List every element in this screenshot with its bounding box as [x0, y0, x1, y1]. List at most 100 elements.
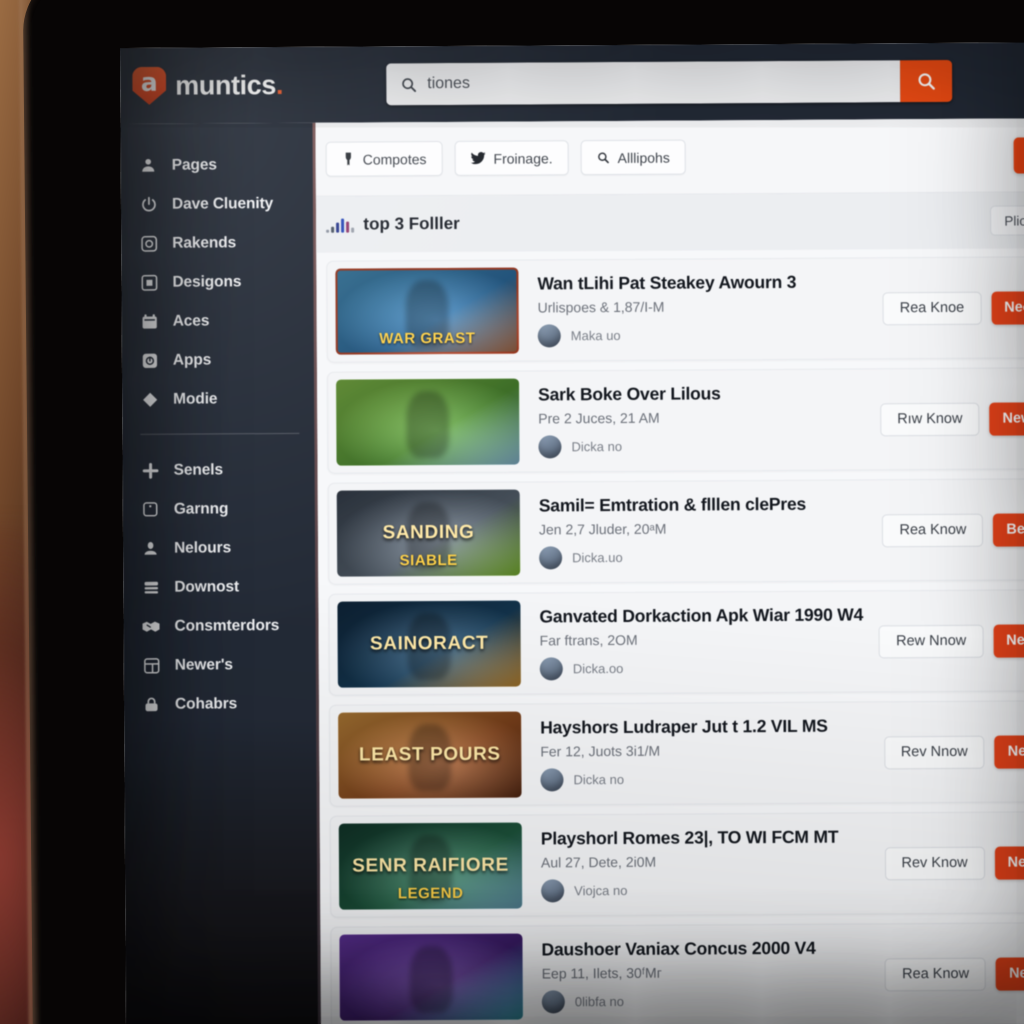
thumbnail-overlay-label: SIABLE — [399, 551, 458, 570]
new-badge-button[interactable]: Nea — [994, 734, 1024, 769]
item-thumbnail[interactable]: SANDING SIABLE — [336, 489, 521, 577]
sidebar-shadow-overlay — [124, 716, 319, 1024]
sidebar-item-label: Pages — [171, 155, 217, 174]
read-know-button[interactable]: Rea Knoe — [882, 291, 982, 325]
item-thumbnail[interactable]: SENR RAIFIORE LEGEND — [338, 822, 523, 910]
list-item[interactable]: LEAST POURS Hayshors Ludraper Jut t 1.2 V… — [329, 700, 1024, 807]
sidebar-item-consmterdors[interactable]: Consmterdors — [123, 606, 318, 646]
item-thumbnail[interactable] — [336, 378, 520, 466]
read-know-button[interactable]: Rea Know — [885, 957, 987, 991]
search-icon — [918, 73, 935, 90]
search-field[interactable] — [386, 60, 901, 106]
item-author: Maka uo — [537, 322, 883, 348]
item-title: Wan tLihi Pat Steakey Awourn 3 — [537, 271, 797, 294]
section-filter-pill[interactable]: Plions — [990, 205, 1024, 236]
item-title: Sark Boke Over Lilous — [538, 383, 721, 405]
thumbnail-overlay-title: SENR RAIFIORE — [352, 854, 509, 877]
sidebar-item-label: Desigons — [172, 272, 242, 291]
item-title: Ganvated Dorkaction Apk Wiar 1990 W4 — [539, 604, 864, 627]
new-badge-button[interactable]: Neo — [993, 623, 1024, 658]
read-know-button[interactable]: Rev Know — [884, 846, 985, 880]
list-item[interactable]: SAINORACT Ganvated Dorkaction Apk Wiar 19… — [328, 589, 1024, 696]
primary-cta-button[interactable]: B — [1013, 136, 1024, 174]
camera-icon — [139, 234, 158, 253]
read-know-button[interactable]: Rıw Know — [880, 402, 980, 436]
avatar — [539, 657, 563, 681]
item-thumbnail[interactable]: SAINORACT — [337, 600, 521, 688]
search-submit-button[interactable] — [900, 59, 953, 103]
app-header: muntics. — [120, 42, 1024, 124]
item-subtitle: Aul 27, Dete, 2i0M — [540, 853, 657, 871]
sidebar-item-label: Nelours — [174, 538, 232, 557]
chip-label: Alllipohs — [617, 149, 670, 166]
sidebar-item-aces[interactable]: Aces — [122, 301, 317, 341]
item-thumbnail[interactable] — [339, 933, 523, 1021]
sidebar-item-newer-s[interactable]: Newer's — [124, 645, 319, 685]
author-name: Dicka no — [571, 438, 623, 455]
list-item[interactable]: SANDING SIABLE Samil= Emtration & flllen c… — [327, 478, 1024, 585]
sidebar-item-rakends[interactable]: Rakends — [121, 223, 316, 263]
item-subtitle: Eep 11, Ilets, 30ᶠMᴦ — [541, 964, 662, 982]
pin-user-icon — [141, 539, 160, 558]
avatar — [540, 768, 564, 792]
sidebar-item-label: Downost — [174, 577, 240, 596]
item-thumbnail[interactable]: LEAST POURS — [338, 711, 522, 799]
sidebar-item-senels[interactable]: Senels — [122, 450, 317, 490]
sidebar-item-apps[interactable]: Apps — [122, 340, 317, 380]
sidebar-item-desigons[interactable]: Desigons — [121, 262, 316, 302]
chip-label: Compotes — [362, 150, 427, 168]
layers-icon — [141, 578, 160, 597]
read-know-button[interactable]: Rew Nnow — [879, 624, 984, 658]
handshake-icon — [141, 617, 160, 636]
item-author: Dicka.uo — [539, 544, 883, 570]
search-input[interactable] — [427, 72, 887, 94]
author-name: Dicka no — [573, 771, 625, 788]
item-title: Hayshors Ludraper Jut t 1.2 VIL MS — [540, 715, 828, 738]
filter-chip-alllipohs[interactable]: Alllipohs — [580, 139, 686, 176]
window-icon — [139, 273, 158, 292]
sidebar-item-nelours[interactable]: Nelours — [123, 528, 318, 568]
list-item[interactable]: Sark Boke Over Lilous Pre 2 Juces, 21 AM D… — [326, 367, 1024, 474]
sidebar-item-cohabrs[interactable]: Cohabrs — [124, 684, 319, 724]
item-actions: Rew Nnow Neo — [879, 623, 1024, 658]
new-badge-button[interactable]: Nea — [995, 956, 1024, 991]
power-icon — [139, 195, 158, 214]
calendar-icon — [140, 312, 159, 331]
sidebar-item-modie[interactable]: Modie — [122, 379, 317, 419]
thumbnail-overlay-title: SAINORACT — [369, 632, 489, 655]
filter-chip-compotes[interactable]: Compotes — [325, 141, 443, 177]
thumbnail-overlay-label: WAR GRAST — [379, 329, 476, 348]
list-item[interactable]: Daushoer Vaniax Concus 2000 V4 Eep 11, Il… — [330, 922, 1024, 1024]
app-body: Pages Dave Cluenity Rakends Desigons Aces App… — [120, 118, 1024, 1024]
sidebar-item-label: Rakends — [172, 233, 237, 252]
diamond-icon — [140, 390, 159, 409]
item-subtitle: Jen 2,7 Jluder, 20ᵃM — [538, 520, 667, 538]
filter-chip-froinage[interactable]: Froinage. — [454, 140, 569, 176]
sidebar-item-dave-cluenity[interactable]: Dave Cluenity — [121, 184, 316, 224]
sidebar-item-garnng[interactable]: Garnng — [123, 489, 318, 529]
new-badge-button[interactable]: New — [989, 401, 1024, 436]
thumbnail-overlay-title: LEAST POURS — [358, 743, 501, 766]
sidebar-item-downost[interactable]: Downost — [123, 567, 318, 607]
content-area: Compotes Froinage. Alllipohs top 3 Folll… — [315, 118, 1024, 1024]
sidebar-item-label: Newer's — [174, 655, 233, 674]
sidebar-item-pages[interactable]: Pages — [121, 145, 316, 185]
author-name: 0libfa no — [574, 993, 625, 1010]
brand-logo[interactable]: muntics. — [132, 66, 315, 105]
sidebar-item-label: Cohabrs — [174, 694, 238, 713]
item-thumbnail[interactable]: WAR GRAST — [335, 267, 519, 355]
read-know-button[interactable]: Rev Nnow — [883, 735, 985, 769]
laptop-photo: muntics. — [0, 0, 1024, 1024]
read-know-button[interactable]: Rea Know — [882, 513, 984, 547]
filter-toolbar: Compotes Froinage. Alllipohs — [315, 118, 1024, 197]
item-author: Viojca no — [541, 877, 885, 903]
search-bar[interactable] — [386, 59, 953, 106]
item-subtitle: Fer 12, Juots 3i1/M — [540, 742, 661, 760]
list-item[interactable]: WAR GRAST Wan tLihi Pat Steakey Awourn 3 U… — [326, 256, 1024, 363]
new-badge-button[interactable]: Bea — [993, 512, 1024, 547]
item-actions: Rev Know Neo — [884, 845, 1024, 880]
list-item[interactable]: SENR RAIFIORE LEGEND Playshorl Romes 23|, … — [329, 811, 1024, 918]
results-list: WAR GRAST Wan tLihi Pat Steakey Awourn 3 U… — [316, 248, 1024, 1024]
new-badge-button[interactable]: Neo — [991, 290, 1024, 325]
new-badge-button[interactable]: Neo — [994, 845, 1024, 880]
